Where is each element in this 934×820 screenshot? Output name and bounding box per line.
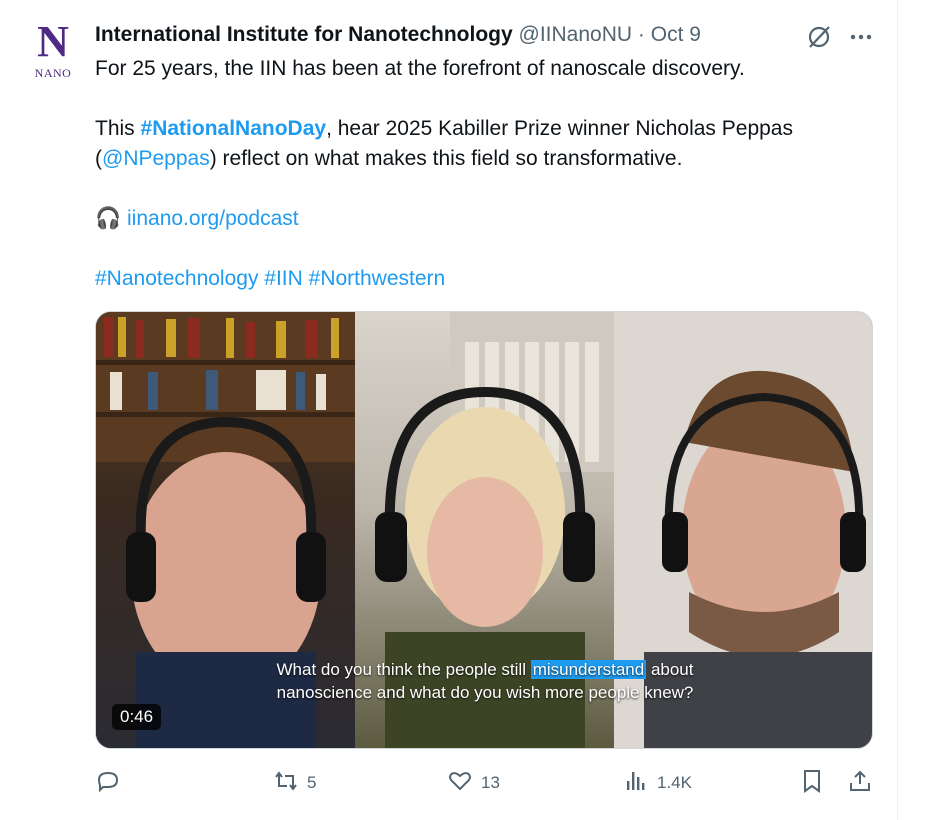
avatar-logo-label: NANO [34, 66, 72, 80]
repost-count: 5 [307, 773, 317, 792]
hashtag-link[interactable]: #NationalNanoDay [141, 117, 327, 140]
video-caption: What do you think the people still misun… [96, 658, 872, 704]
tweet-text: , hear 2025 Kabiller Prize winner Nichol… [326, 117, 793, 140]
video-player[interactable]: What do you think the people still misun… [95, 311, 873, 749]
caption-highlight: misunderstand [530, 660, 647, 679]
mention-link[interactable]: @NPeppas [102, 147, 210, 170]
reply-icon [95, 768, 121, 799]
tweet-text-line-3: (@NPeppas) reflect on what makes this fi… [95, 144, 682, 174]
headphones-icon: 🎧 [95, 207, 122, 230]
tweet-text: This [95, 117, 141, 140]
account-handle[interactable]: @IINanoNU [519, 23, 633, 46]
hashtags-line[interactable]: #Nanotechnology #IIN #Northwestern [95, 264, 445, 294]
tweet[interactable]: N NANO International Institute for Nanot… [0, 0, 898, 820]
tweet-text-line-2: This #NationalNanoDay, hear 2025 Kabille… [95, 114, 793, 144]
bookmark-icon [799, 768, 825, 799]
caption-line-2: nanoscience and what do you wish more pe… [276, 683, 694, 702]
avatar[interactable]: N NANO [28, 17, 78, 81]
share-icon [847, 768, 873, 799]
podcast-link[interactable]: iinano.org/podcast [127, 207, 299, 230]
podcast-line: 🎧 iinano.org/podcast [95, 204, 299, 234]
tweet-text: ) reflect on what makes this field so tr… [209, 147, 683, 170]
bookmark-button[interactable] [799, 766, 825, 800]
like-count: 13 [481, 773, 500, 792]
views-button[interactable]: 1.4K [623, 766, 692, 800]
repost-icon [273, 768, 299, 799]
like-button[interactable]: 13 [447, 766, 500, 800]
separator-dot: · [637, 23, 645, 46]
tweet-text-line-1: For 25 years, the IIN has been at the fo… [95, 57, 745, 80]
account-name[interactable]: International Institute for Nanotechnolo… [95, 23, 513, 46]
video-duration-badge: 0:46 [112, 704, 162, 730]
grok-icon[interactable] [804, 22, 834, 52]
more-icon[interactable] [846, 22, 876, 52]
share-button[interactable] [847, 766, 873, 800]
tweet-text: ( [95, 147, 102, 170]
action-bar: 5 13 1.4K [95, 766, 880, 800]
caption-text: What do you think the people still [276, 660, 531, 679]
tweet-header: International Institute for Nanotechnolo… [95, 20, 701, 50]
avatar-logo-letter: N [37, 17, 69, 66]
tweet-date[interactable]: Oct 9 [651, 23, 701, 46]
views-count: 1.4K [657, 773, 692, 792]
reply-button[interactable] [95, 766, 129, 800]
caption-text: about [646, 660, 694, 679]
caption-line-1: What do you think the people still misun… [96, 658, 872, 681]
analytics-icon [623, 768, 649, 799]
heart-icon [447, 768, 473, 799]
repost-button[interactable]: 5 [273, 766, 316, 800]
